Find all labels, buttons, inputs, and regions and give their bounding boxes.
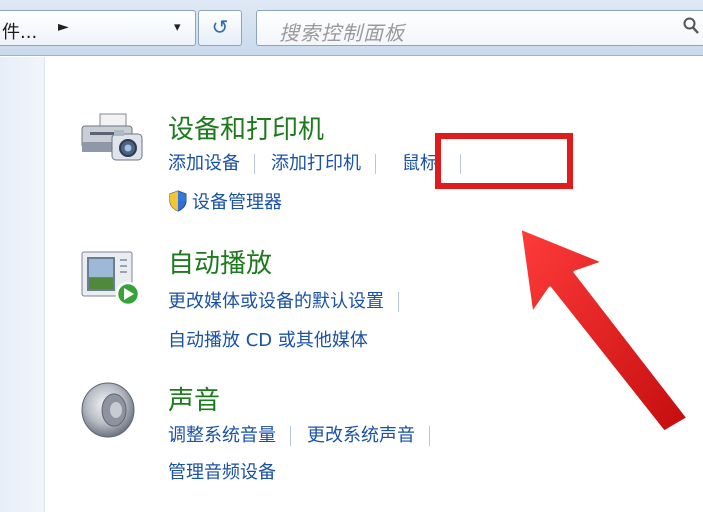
annotation-arrow-icon xyxy=(518,226,690,434)
